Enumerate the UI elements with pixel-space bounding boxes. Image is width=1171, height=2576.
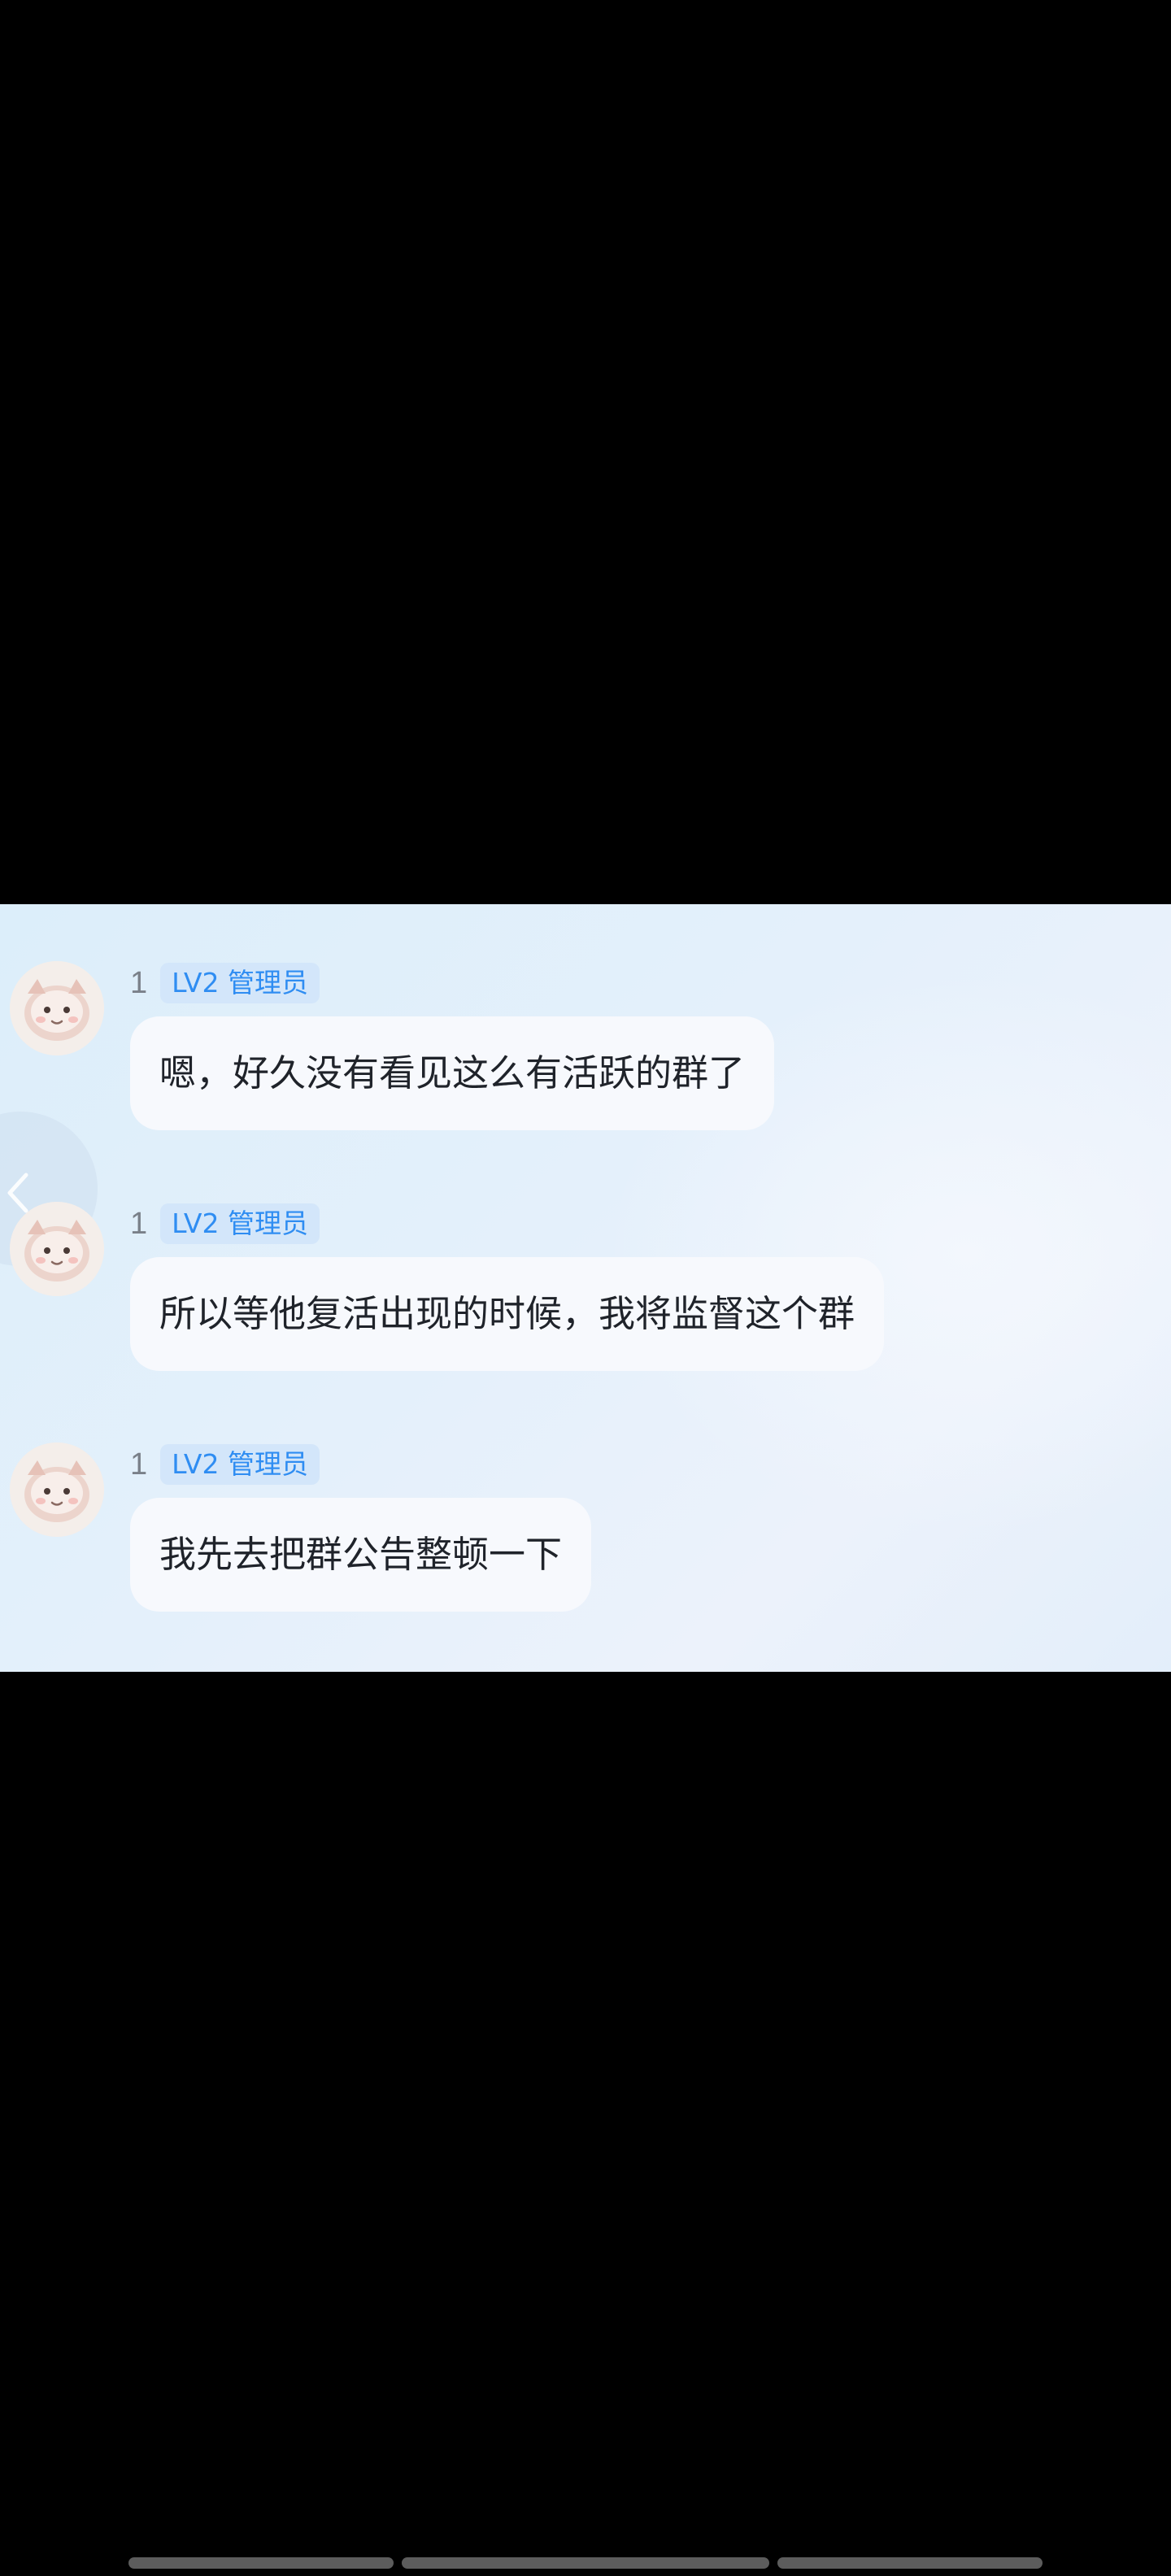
member-level-badge: LV2 管理员 [160, 1203, 320, 1244]
sender-name[interactable]: 1 [130, 1207, 147, 1242]
chat-panel[interactable]: 1 LV2 管理员 嗯，好久没有看见这么有活跃的群了 1 LV2 管理员 所以等… [0, 904, 1171, 1672]
sender-info: 1 LV2 管理员 [130, 1202, 320, 1246]
avatar[interactable] [10, 1202, 104, 1296]
progress-segment-3 [777, 2557, 1043, 2569]
avatar[interactable] [10, 961, 104, 1055]
message-bubble[interactable]: 嗯，好久没有看见这么有活跃的群了 [130, 1016, 775, 1130]
avatar-cat-icon [10, 1442, 104, 1537]
message-bubble[interactable]: 我先去把群公告整顿一下 [130, 1498, 592, 1612]
avatar[interactable] [10, 1442, 104, 1537]
sender-info: 1 LV2 管理员 [130, 961, 320, 1005]
avatar-cat-icon [10, 961, 104, 1055]
progress-segment-1 [128, 2557, 394, 2569]
member-level-badge: LV2 管理员 [160, 963, 320, 1003]
avatar-cat-icon [10, 1202, 104, 1296]
message-bubble[interactable]: 所以等他复活出现的时候，我将监督这个群 [130, 1257, 885, 1371]
progress-segment-2 [402, 2557, 769, 2569]
screen: 1 LV2 管理员 嗯，好久没有看见这么有活跃的群了 1 LV2 管理员 所以等… [0, 0, 1171, 2576]
sender-name[interactable]: 1 [130, 966, 147, 1001]
sender-info: 1 LV2 管理员 [130, 1442, 320, 1486]
sender-name[interactable]: 1 [130, 1447, 147, 1482]
member-level-badge: LV2 管理员 [160, 1444, 320, 1485]
